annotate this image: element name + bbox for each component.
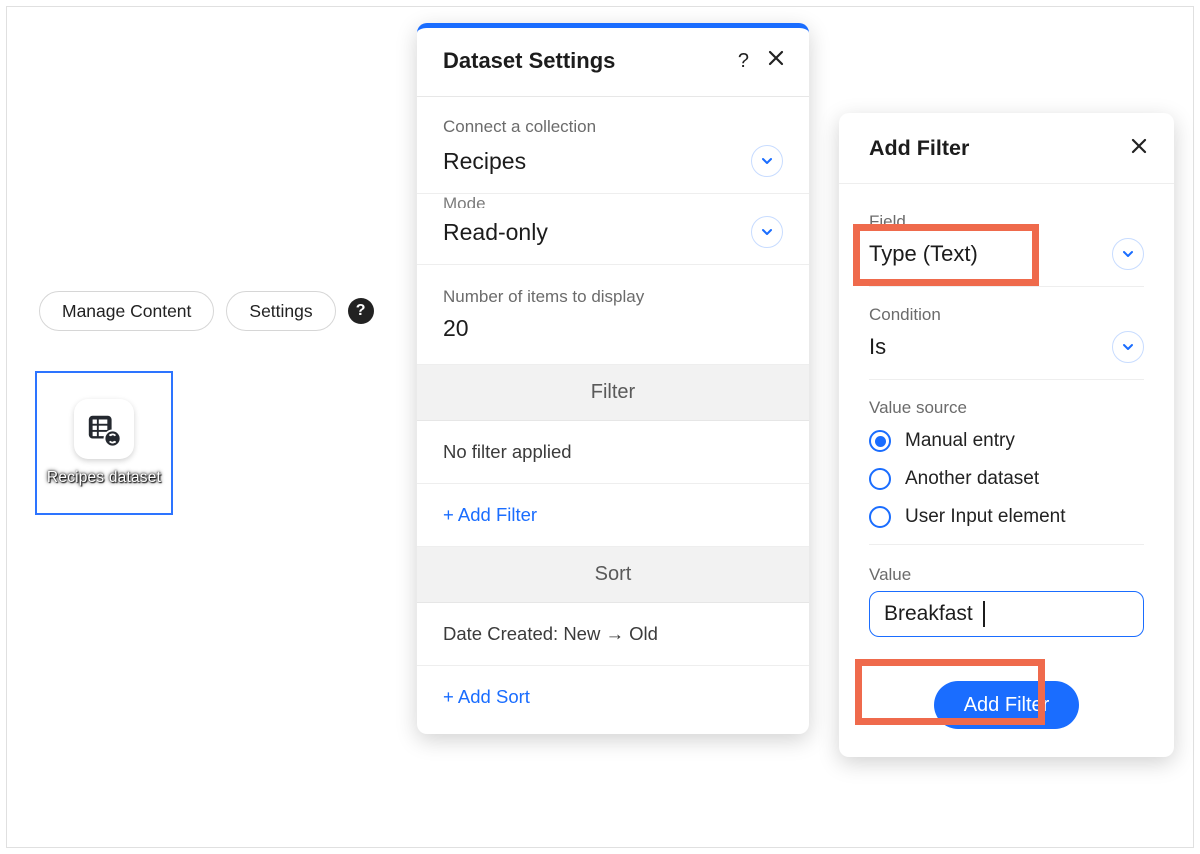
value-source-manual[interactable]: Manual entry xyxy=(869,430,1144,452)
add-filter-title: Add Filter xyxy=(869,136,969,161)
add-filter-panel: Add Filter Field Type (Text) Condition I… xyxy=(839,113,1174,757)
field-dropdown[interactable] xyxy=(1112,238,1144,270)
filter-status: No filter applied xyxy=(417,421,809,484)
dataset-settings-title: Dataset Settings xyxy=(443,48,615,74)
items-label: Number of items to display xyxy=(443,287,783,307)
connect-collection-value: Recipes xyxy=(443,148,526,175)
radio-icon xyxy=(869,468,891,490)
radio-label: Manual entry xyxy=(905,430,1015,452)
dataset-settings-header: Dataset Settings ? xyxy=(417,28,809,97)
mode-label: Mode xyxy=(443,194,783,208)
sort-section-header: Sort xyxy=(417,547,809,603)
condition-value: Is xyxy=(869,334,886,360)
settings-button[interactable]: Settings xyxy=(226,291,335,331)
radio-label: Another dataset xyxy=(905,468,1039,490)
dataset-settings-panel: Dataset Settings ? Connect a collection … xyxy=(417,23,809,734)
connect-collection-row: Connect a collection Recipes xyxy=(417,97,809,194)
text-caret xyxy=(983,601,985,627)
value-source-user-input[interactable]: User Input element xyxy=(869,506,1144,528)
connect-collection-label: Connect a collection xyxy=(443,117,783,137)
condition-dropdown[interactable] xyxy=(1112,331,1144,363)
radio-icon xyxy=(869,430,891,452)
field-label: Field xyxy=(869,212,1144,232)
mode-dropdown[interactable] xyxy=(751,216,783,248)
help-icon[interactable]: ? xyxy=(738,50,749,73)
dataset-tile[interactable]: Recipes dataset xyxy=(35,371,173,515)
radio-icon xyxy=(869,506,891,528)
close-icon[interactable] xyxy=(767,49,785,73)
sort-status: Date Created: New → Old xyxy=(417,603,809,666)
help-icon[interactable]: ? xyxy=(348,298,374,324)
value-input[interactable] xyxy=(869,591,1144,637)
add-filter-submit-button[interactable]: Add Filter xyxy=(934,681,1080,729)
condition-label: Condition xyxy=(869,305,1144,325)
mode-row: Mode Read-only xyxy=(417,194,809,265)
add-filter-header: Add Filter xyxy=(839,113,1174,184)
manage-content-button[interactable]: Manage Content xyxy=(39,291,214,331)
connect-collection-dropdown[interactable] xyxy=(751,145,783,177)
field-group: Field Type (Text) xyxy=(869,194,1144,287)
value-source-group: Value source Manual entry Another datase… xyxy=(869,380,1144,545)
condition-group: Condition Is xyxy=(869,287,1144,380)
add-filter-link[interactable]: + Add Filter xyxy=(417,484,809,547)
items-row: Number of items to display 20 xyxy=(417,265,809,365)
dataset-tile-label: Recipes dataset xyxy=(47,469,161,487)
mode-value: Read-only xyxy=(443,219,548,246)
items-value: 20 xyxy=(443,315,783,342)
value-source-another-dataset[interactable]: Another dataset xyxy=(869,468,1144,490)
canvas-top-buttons: Manage Content Settings ? xyxy=(39,291,374,331)
value-group: Value xyxy=(869,545,1144,653)
app-frame: Manage Content Settings ? Recipes datase… xyxy=(6,6,1194,848)
add-sort-link[interactable]: + Add Sort xyxy=(417,666,809,734)
value-label: Value xyxy=(869,565,1144,585)
filter-section-header: Filter xyxy=(417,365,809,421)
dataset-icon xyxy=(74,399,134,459)
field-value: Type (Text) xyxy=(869,241,978,267)
close-icon[interactable] xyxy=(1130,135,1148,161)
radio-label: User Input element xyxy=(905,506,1066,528)
value-source-label: Value source xyxy=(869,398,1144,418)
